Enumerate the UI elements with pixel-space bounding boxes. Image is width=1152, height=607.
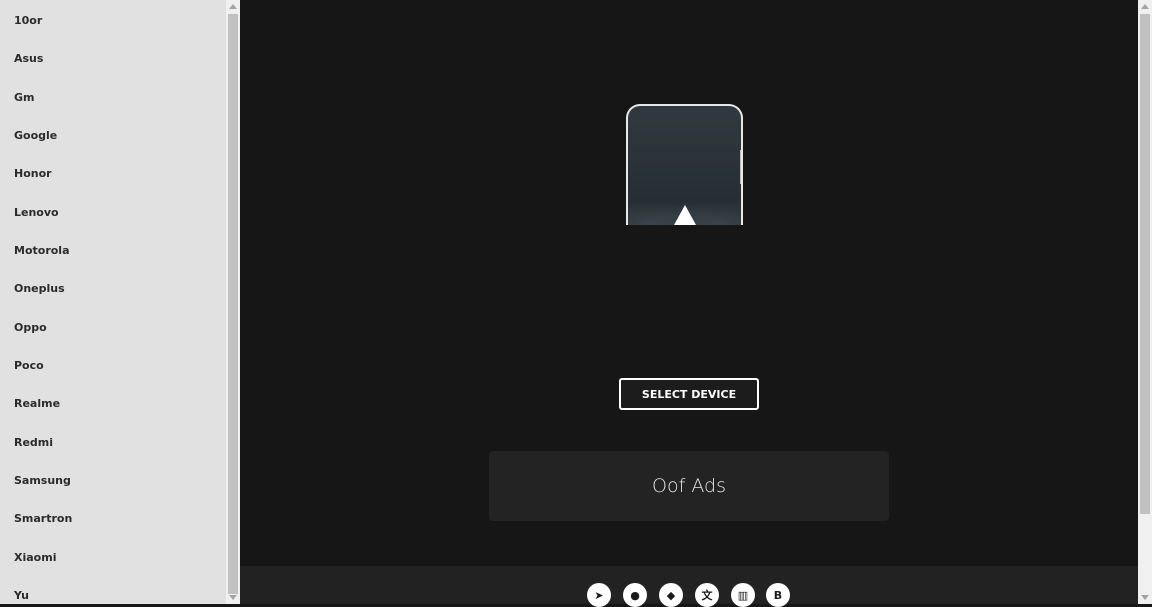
ads-banner: Oof Ads xyxy=(489,451,889,521)
brand-item-poco[interactable]: Poco xyxy=(14,359,44,372)
select-device-button[interactable]: SELECT DEVICE xyxy=(619,378,759,410)
main-scrollbar[interactable] xyxy=(1138,0,1152,604)
translate-icon[interactable]: 文 xyxy=(695,583,719,607)
phone-illustration xyxy=(626,104,743,225)
scroll-down-arrow-icon[interactable] xyxy=(229,595,237,600)
brand-item-smartron[interactable]: Smartron xyxy=(14,512,72,525)
main-content: SELECT DEVICE Oof Ads ➤ ● ◆ 文 ▥ B xyxy=(240,0,1138,607)
footer-bar: ➤ ● ◆ 文 ▥ B xyxy=(240,566,1138,607)
brand-item-lenovo[interactable]: Lenovo xyxy=(14,206,59,219)
brand-item-samsung[interactable]: Samsung xyxy=(14,474,71,487)
brand-item-oppo[interactable]: Oppo xyxy=(14,321,47,334)
brand-item-yu[interactable]: Yu xyxy=(14,589,29,602)
main-scroll-thumb[interactable] xyxy=(1140,14,1150,514)
brand-item-redmi[interactable]: Redmi xyxy=(14,436,53,449)
up-arrow-icon xyxy=(674,205,696,225)
blogger-icon[interactable]: B xyxy=(766,583,790,607)
scroll-up-arrow-icon[interactable] xyxy=(229,4,237,9)
git-icon[interactable]: ◆ xyxy=(659,583,683,607)
brand-item-oneplus[interactable]: Oneplus xyxy=(14,282,65,295)
brand-item-xiaomi[interactable]: Xiaomi xyxy=(14,551,56,564)
telegram-icon[interactable]: ➤ xyxy=(587,583,611,607)
brand-item-google[interactable]: Google xyxy=(14,129,57,142)
main-scroll-down-arrow-icon[interactable] xyxy=(1141,595,1149,600)
brand-item-honor[interactable]: Honor xyxy=(14,167,52,180)
brand-item-motorola[interactable]: Motorola xyxy=(14,244,70,257)
brand-item-asus[interactable]: Asus xyxy=(14,52,43,65)
device-brand-sidebar: 10or Asus Gm Google Honor Lenovo Motorol… xyxy=(0,0,226,604)
brand-item-10or[interactable]: 10or xyxy=(14,14,42,27)
sidebar-scrollbar[interactable] xyxy=(226,0,240,604)
brand-item-realme[interactable]: Realme xyxy=(14,397,60,410)
stats-icon[interactable]: ▥ xyxy=(731,583,755,607)
brand-item-gm[interactable]: Gm xyxy=(14,91,35,104)
github-icon[interactable]: ● xyxy=(623,583,647,607)
sidebar-scroll-thumb[interactable] xyxy=(228,14,238,594)
phone-side-button xyxy=(740,150,741,184)
main-scroll-up-arrow-icon[interactable] xyxy=(1141,4,1149,9)
